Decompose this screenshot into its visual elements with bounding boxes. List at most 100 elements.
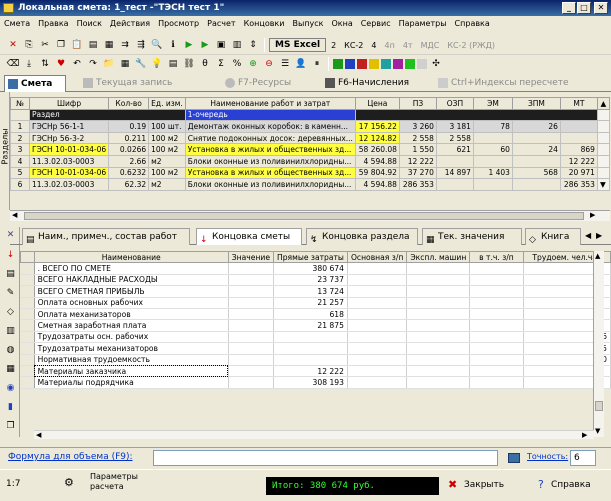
cell-name[interactable]: Оплата основных рабочих bbox=[34, 297, 229, 309]
cell-value[interactable] bbox=[228, 319, 275, 332]
cell-machine-pay[interactable] bbox=[469, 354, 524, 366]
col-header[interactable]: № bbox=[10, 97, 30, 110]
table-row[interactable]: Трудозатраты осн. рабочих156 bbox=[20, 331, 611, 344]
cell-machines[interactable] bbox=[406, 354, 471, 366]
spin-icon[interactable]: ⇕ bbox=[246, 38, 260, 52]
cell-pz[interactable]: 286 353 bbox=[398, 178, 437, 191]
cell-unit[interactable]: м2 bbox=[148, 154, 186, 168]
chart-icon[interactable]: ▥ bbox=[5, 326, 16, 337]
export-excel-icon[interactable]: ⤓ bbox=[22, 57, 36, 71]
cell-direct-costs[interactable]: 13 724 bbox=[273, 285, 348, 298]
tab-estimate-ending[interactable]: ↓ Концовка сметы bbox=[196, 228, 302, 245]
cell-code[interactable]: ГЭСНр 56-3-2 bbox=[28, 131, 110, 145]
mds-button[interactable]: МДС bbox=[418, 41, 443, 50]
cell-machines[interactable] bbox=[406, 297, 471, 309]
cell-mt[interactable] bbox=[559, 131, 598, 145]
tab-scroll-right-icon[interactable]: ▶ bbox=[596, 231, 602, 240]
ks-2-button[interactable]: 2 bbox=[328, 41, 339, 50]
tab-f7-resources[interactable]: F7-Ресурсы bbox=[222, 75, 332, 92]
col-header[interactable]: ЭМ bbox=[472, 97, 513, 110]
cell-direct-costs[interactable] bbox=[273, 354, 348, 366]
theta-icon[interactable]: θ bbox=[198, 57, 212, 71]
cell-name[interactable]: ВСЕГО НАКЛАДНЫЕ РАСХОДЫ bbox=[34, 274, 229, 287]
table-row[interactable]: Оплата механизаторов 618 bbox=[20, 308, 611, 321]
cell-name[interactable]: Оплата механизаторов bbox=[34, 308, 229, 321]
table-row[interactable]: 4 11.3.02.03-0003 2.66 м2 Блоки оконные … bbox=[10, 154, 610, 168]
cell-code[interactable]: 11.3.02.03-0003 bbox=[28, 178, 110, 191]
scrollbar-track[interactable] bbox=[596, 120, 610, 133]
formula-label[interactable]: Формула для объема (F9): bbox=[8, 452, 133, 462]
cell-qty[interactable]: 0.6232 bbox=[108, 166, 150, 180]
cell-mt[interactable]: 286 353 bbox=[559, 178, 598, 191]
menu-endings[interactable]: Концовки bbox=[240, 16, 289, 31]
grid-small-icon[interactable]: ▦ bbox=[5, 364, 16, 375]
cell-name[interactable]: ВСЕГО СМЕТНАЯ ПРИБЫЛЬ bbox=[34, 285, 229, 298]
yellow-square-icon[interactable] bbox=[369, 59, 379, 69]
col-header[interactable]: ЗПМ bbox=[511, 97, 561, 110]
lower-vscrollbar[interactable]: ▲ ▼ bbox=[593, 251, 604, 437]
cell-unit[interactable]: 100 шт. bbox=[148, 120, 186, 133]
gear-icon[interactable]: ⚙ bbox=[64, 476, 74, 489]
cell-code[interactable]: ГЭСН 10-01-034-06 bbox=[28, 143, 110, 156]
maximize-button[interactable]: □ bbox=[577, 2, 591, 14]
book-icon[interactable]: ▮ bbox=[5, 402, 16, 413]
cell-base-pay[interactable] bbox=[347, 274, 408, 287]
cell-name[interactable]: Трудозатраты механизаторов bbox=[34, 342, 229, 355]
cell-base-pay[interactable] bbox=[347, 285, 408, 298]
import-icon[interactable]: ⇉ bbox=[118, 38, 132, 52]
ks-ks2-button[interactable]: КС-2 bbox=[341, 41, 366, 50]
help-circle-icon[interactable]: ◉ bbox=[5, 383, 16, 394]
cell-ozp[interactable] bbox=[435, 178, 474, 191]
copy-icon[interactable]: ❐ bbox=[54, 38, 68, 52]
cell-qty[interactable]: 0.211 bbox=[108, 131, 150, 145]
cell-zpm[interactable]: 26 bbox=[511, 120, 561, 133]
close-button[interactable]: Закрыть bbox=[464, 480, 504, 490]
grid-icon[interactable]: ▦ bbox=[118, 57, 132, 71]
section-row[interactable]: Раздел 1-очередь bbox=[10, 108, 610, 122]
scrollbar-track[interactable] bbox=[596, 143, 610, 156]
cell-value[interactable] bbox=[228, 308, 275, 321]
minimize-button[interactable]: _ bbox=[562, 2, 576, 14]
note-icon[interactable]: ✎ bbox=[5, 288, 16, 299]
cell-pz[interactable]: 1 550 bbox=[398, 143, 437, 156]
table-row[interactable]: Нормативная трудоемкость160 bbox=[20, 354, 611, 366]
cell-name[interactable]: Материалы заказчика bbox=[34, 365, 229, 378]
tab-name-notes[interactable]: ▤ Наим., примеч., состав работ bbox=[22, 228, 190, 245]
frame-icon[interactable]: ▣ bbox=[214, 38, 228, 52]
cell-base-pay[interactable] bbox=[347, 365, 408, 378]
menu-help[interactable]: Справка bbox=[451, 16, 494, 31]
cell-em[interactable] bbox=[472, 154, 513, 168]
cell-name[interactable]: Установка в жилых и общественных зд... bbox=[184, 166, 356, 180]
col-header[interactable]: Наименование bbox=[33, 250, 229, 264]
tab-section-ending[interactable]: ↯ Концовка раздела bbox=[306, 228, 418, 245]
cell-machine-pay[interactable] bbox=[469, 308, 524, 321]
cell-machines[interactable] bbox=[406, 331, 471, 344]
ks-4t-button[interactable]: 4т bbox=[400, 41, 416, 50]
heart-icon[interactable]: ♥ bbox=[54, 57, 68, 71]
cell-base-pay[interactable] bbox=[347, 331, 408, 344]
calc-params-button[interactable]: Параметры расчета bbox=[90, 472, 138, 492]
cell-mt[interactable] bbox=[559, 120, 598, 133]
green-square-icon[interactable] bbox=[333, 59, 343, 69]
cell-name[interactable]: Нормативная трудоемкость bbox=[34, 354, 229, 366]
cell-name[interactable]: Трудозатраты осн. рабочих bbox=[34, 331, 229, 344]
cell-direct-costs[interactable]: 618 bbox=[273, 308, 348, 321]
menu-params[interactable]: Параметры bbox=[395, 16, 451, 31]
cell-machines[interactable] bbox=[406, 319, 471, 332]
table-row[interactable]: Трудозатраты механизаторов3.5 bbox=[20, 342, 611, 355]
scrollbar-track[interactable] bbox=[596, 154, 610, 168]
table-row[interactable]: 1 ГЭСНр 56-1-1 0.19 100 шт. Демонтаж око… bbox=[10, 120, 610, 133]
cell-direct-costs[interactable]: 12 222 bbox=[273, 365, 348, 378]
col-header[interactable]: Цена bbox=[354, 97, 400, 110]
cell-zpm[interactable] bbox=[511, 178, 561, 191]
play-icon[interactable]: ▶ bbox=[182, 38, 196, 52]
cell-machines[interactable] bbox=[406, 262, 471, 275]
cell-code[interactable]: 11.3.02.03-0003 bbox=[28, 154, 110, 168]
purple-square-icon[interactable] bbox=[393, 59, 403, 69]
cell-pz[interactable]: 2 558 bbox=[398, 131, 437, 145]
upper-hscrollbar[interactable]: ◀ ▶ bbox=[10, 210, 610, 221]
menu-edit[interactable]: Правка bbox=[34, 16, 72, 31]
cell-price[interactable]: 59 804.92 bbox=[354, 166, 400, 180]
cell-unit[interactable]: м2 bbox=[148, 178, 186, 191]
cell-em[interactable]: 78 bbox=[472, 120, 513, 133]
